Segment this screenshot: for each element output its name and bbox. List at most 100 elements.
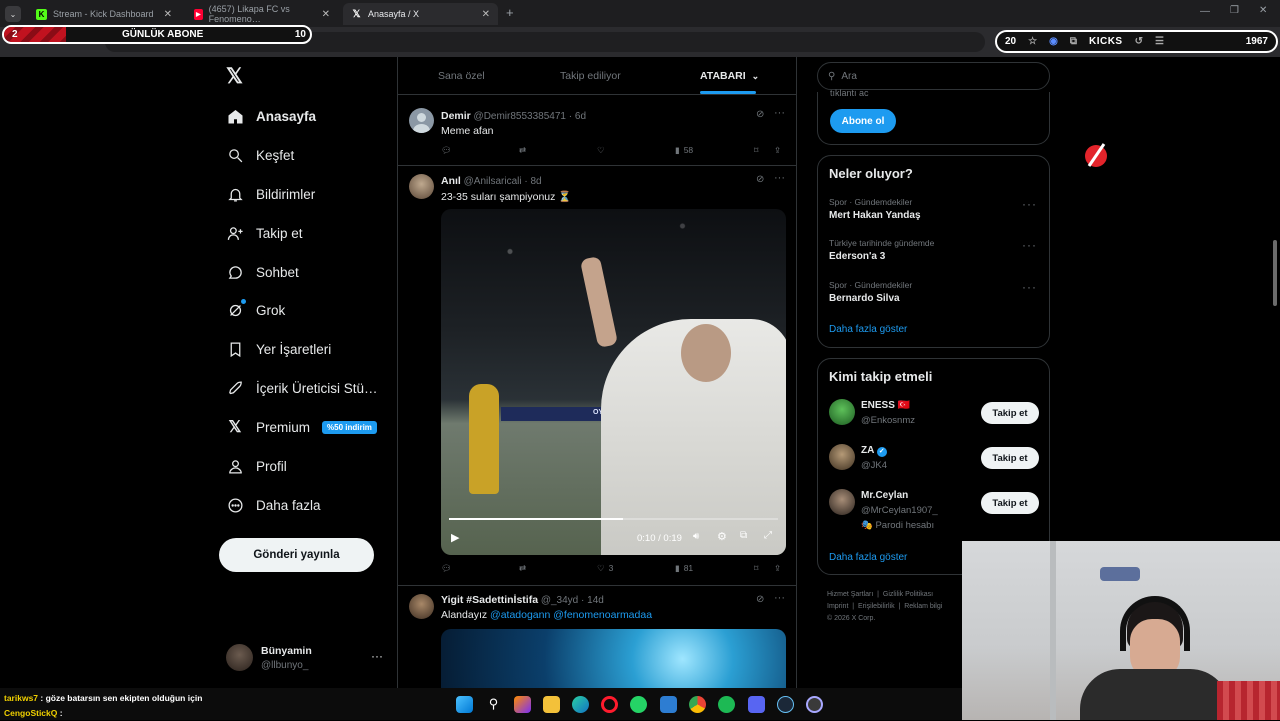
like-icon[interactable]: ♡ — [597, 145, 605, 156]
nav-item-bookmarks[interactable]: Yer İşaretleri — [226, 340, 331, 358]
reply-icon[interactable]: 💬︎ — [441, 563, 452, 574]
tweet[interactable]: Anıl @Anilsaricali · 8d ⊘ ··· 23-35 sula… — [398, 167, 796, 586]
whatsapp-icon[interactable] — [630, 696, 647, 713]
who-show-more[interactable]: Daha fazla göster — [829, 552, 907, 563]
discord-icon[interactable] — [748, 696, 765, 713]
nav-item-chat[interactable]: Sohbet — [226, 263, 299, 281]
nav-item-more[interactable]: Daha fazla — [226, 496, 321, 514]
post-button[interactable]: Gönderi yayınla — [219, 538, 374, 572]
retweet-icon[interactable]: ⇄ — [519, 145, 526, 156]
settings-icon[interactable]: ⚙ — [717, 530, 727, 543]
widgets-icon[interactable] — [514, 696, 531, 713]
minimize-icon[interactable]: — — [1200, 6, 1210, 17]
share-icon[interactable]: ⇪ — [774, 145, 781, 156]
spotify-icon[interactable] — [718, 696, 735, 713]
close-window-icon[interactable]: ✕ — [1259, 5, 1267, 16]
nav-item-follow[interactable]: Takip et — [226, 224, 303, 242]
footer-link[interactable]: Gizlilik Politikası — [883, 591, 933, 598]
nav-item-premium[interactable]: 𝕏 Premium %50 indirim — [226, 418, 377, 436]
bookmark-icon[interactable]: ⌑ — [754, 145, 758, 156]
close-icon[interactable]: ✕ — [322, 9, 330, 20]
fullscreen-icon[interactable]: ⤢ — [764, 530, 772, 541]
follow-button[interactable]: Takip et — [981, 447, 1039, 469]
follow-suggestion[interactable]: ZA ✓ @JK4 Takip et — [818, 442, 1049, 482]
subscribe-button[interactable]: Abone ol — [830, 109, 896, 133]
more-icon[interactable]: ··· — [774, 172, 785, 184]
bookmark-icon[interactable]: ⌑ — [754, 563, 758, 574]
footer-link[interactable]: Erişilebilirlik — [858, 603, 895, 610]
x-logo-icon[interactable]: 𝕏 — [226, 64, 243, 89]
obs-icon[interactable] — [806, 696, 823, 713]
steam-icon[interactable] — [777, 696, 794, 713]
store-icon[interactable] — [660, 696, 677, 713]
views-icon[interactable]: ▮ 81 — [675, 563, 693, 574]
scrollbar-thumb[interactable] — [1273, 240, 1277, 306]
nav-item-creator-studio[interactable]: İçerik Üreticisi Stü… — [226, 379, 378, 397]
tweet-time[interactable]: 14d — [587, 595, 604, 606]
tab-atabari[interactable]: ATABARI ⌄ — [700, 70, 759, 82]
more-icon[interactable]: ··· — [1022, 238, 1037, 252]
tweet-time[interactable]: 6d — [575, 111, 586, 122]
tab-for-you[interactable]: Sana özel — [438, 70, 485, 82]
tweet-time[interactable]: 8d — [530, 176, 541, 187]
opera-icon[interactable] — [601, 696, 618, 713]
nav-item-notifications[interactable]: Bildirimler — [226, 185, 315, 203]
windows-start-icon[interactable] — [456, 696, 473, 713]
trend-item[interactable]: Türkiye tarihinde gündemde Ederson'a 3 — [829, 238, 1039, 262]
extension-icon[interactable]: ⧉ — [1070, 36, 1077, 47]
like-icon[interactable]: ♡ 3 — [597, 563, 613, 574]
close-icon[interactable]: ✕ — [164, 9, 172, 20]
play-icon[interactable]: ▶ — [451, 531, 459, 544]
edge-icon[interactable] — [572, 696, 589, 713]
browser-tab-youtube[interactable]: ▶ (4657) Likapa FC vs Fenomeno… ✕ — [186, 3, 338, 25]
maximize-icon[interactable]: ❐ — [1230, 5, 1239, 16]
footer-link[interactable]: Hizmet Şartları — [827, 591, 873, 598]
grok-icon[interactable]: ⊘ — [756, 109, 764, 120]
follow-button[interactable]: Takip et — [981, 402, 1039, 424]
tweet[interactable]: Demir @Demir8553385471 · 6d ⊘ ··· Meme a… — [398, 96, 796, 166]
author-name[interactable]: Demir — [441, 110, 471, 122]
views-icon[interactable]: ▮ 58 — [675, 145, 693, 156]
chrome-icon[interactable] — [689, 696, 706, 713]
tab-list-icon[interactable]: ⌄ — [5, 6, 21, 22]
author-handle[interactable]: @Demir8553385471 — [474, 111, 566, 122]
search-input[interactable]: ⚲ Ara — [817, 62, 1050, 90]
trends-show-more[interactable]: Daha fazla göster — [829, 324, 907, 335]
browser-tab-kick[interactable]: K Stream - Kick Dashboard ✕ — [28, 3, 180, 25]
list-icon[interactable]: ☰ — [1155, 36, 1164, 47]
author-name[interactable]: Yigit #Sadettinİstifa — [441, 594, 538, 606]
retweet-icon[interactable]: ⇄ — [519, 563, 526, 574]
video-progress-track[interactable] — [449, 518, 778, 520]
grok-icon[interactable]: ⊘ — [756, 594, 764, 605]
close-icon[interactable]: ✕ — [482, 9, 490, 20]
follow-suggestion[interactable]: Mr.Ceylan @MrCeylan1907_ 🎭 Parodi hesabı… — [818, 487, 1049, 537]
trend-item[interactable]: Spor · Gündemdekiler Mert Hakan Yandaş — [829, 197, 1039, 221]
author-handle[interactable]: @_34yd — [541, 595, 578, 606]
footer-link[interactable]: Reklam bilgi — [904, 603, 942, 610]
tab-following[interactable]: Takip ediliyor — [560, 70, 621, 82]
more-icon[interactable]: ··· — [371, 649, 383, 663]
account-switcher[interactable]: Bünyamin @llbunyo_ ··· — [226, 643, 386, 677]
follow-button[interactable]: Takip et — [981, 492, 1039, 514]
nav-item-profile[interactable]: Profil — [226, 457, 287, 475]
video-player[interactable]: OYUNCU ▶ 0:10 / 0:19 🔊︎ ⚙ ⧉ ⤢ — [441, 209, 786, 555]
star-icon[interactable]: ☆ — [1028, 36, 1037, 47]
history-icon[interactable]: ↺ — [1135, 36, 1143, 47]
pip-icon[interactable]: ⧉ — [740, 530, 747, 541]
share-icon[interactable]: ⇪ — [774, 563, 781, 574]
more-icon[interactable]: ··· — [774, 592, 785, 604]
mention-links[interactable]: @atadogann @fenomenoarmadaa — [490, 609, 652, 621]
search-icon[interactable]: ⚲ — [485, 696, 502, 713]
new-tab-icon[interactable]: + — [506, 5, 514, 20]
volume-icon[interactable]: 🔊︎ — [693, 531, 699, 542]
follow-suggestion[interactable]: ENESS 🇹🇷 @Enkosnmz Takip et — [818, 397, 1049, 437]
nav-item-home[interactable]: Anasayfa — [226, 107, 316, 125]
nav-item-grok[interactable]: Grok — [226, 299, 285, 319]
more-icon[interactable]: ··· — [1022, 197, 1037, 211]
footer-link[interactable]: Imprint — [827, 603, 848, 610]
more-icon[interactable]: ··· — [774, 107, 785, 119]
nav-item-explore[interactable]: Keşfet — [226, 146, 294, 164]
trend-item[interactable]: Spor · Gündemdekiler Bernardo Silva — [829, 280, 1039, 304]
reply-icon[interactable]: 💬︎ — [441, 145, 452, 156]
author-name[interactable]: Anıl — [441, 175, 461, 187]
